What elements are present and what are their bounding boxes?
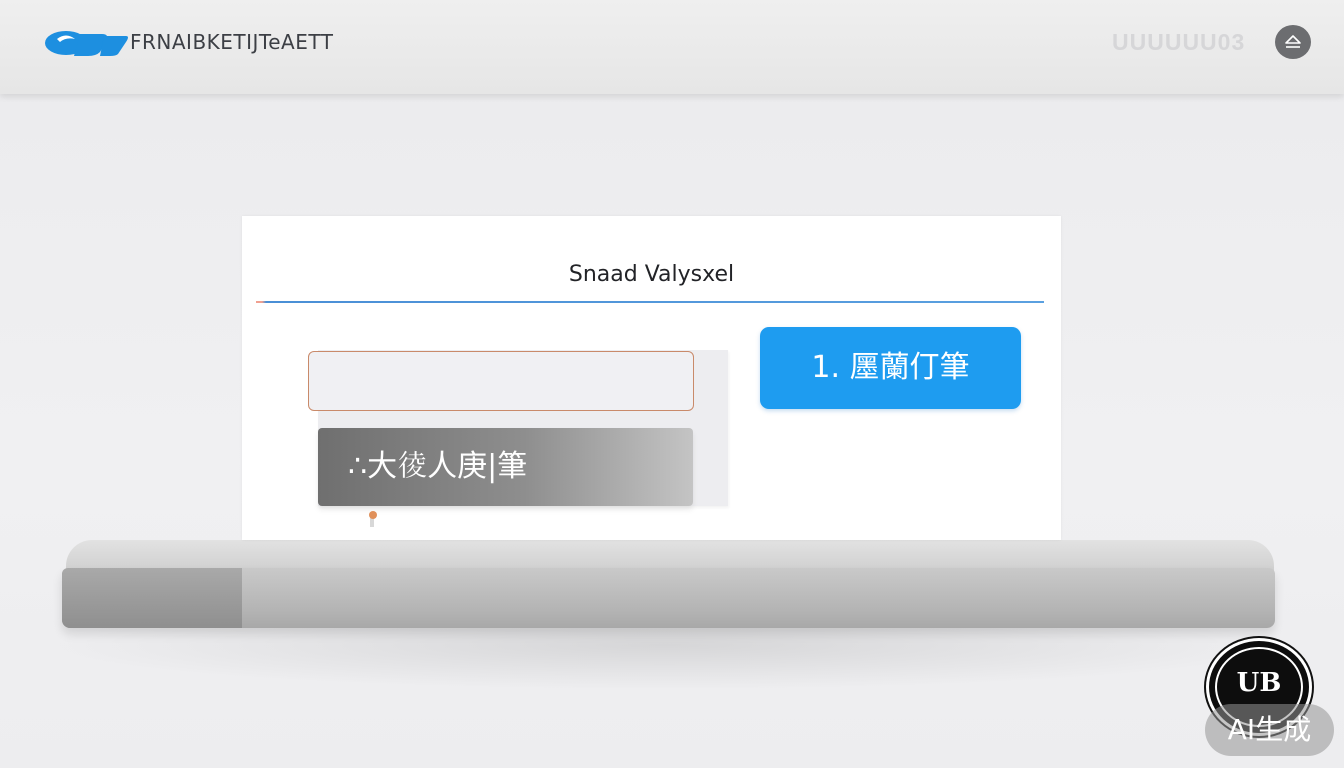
watermark-badge-text: UB (1236, 668, 1282, 698)
top-bar: FRNAIBKETIJTeAETT UUUUUU03 (0, 0, 1344, 94)
cursor-icon (369, 511, 377, 527)
header-badge: UUUUUU03 (1112, 29, 1246, 55)
ai-generated-label: AI生成 (1205, 704, 1334, 756)
brand-name: FRNAIBKETIJTeAETT (130, 30, 334, 54)
shelf-left-shade (62, 568, 242, 628)
app-window: FRNAIBKETIJTeAETT UUUUUU03 Snaad Valysxe… (0, 0, 1344, 768)
primary-button[interactable]: 1. 㕓蘭仃筆 (760, 327, 1021, 409)
eject-button[interactable] (1275, 25, 1311, 59)
dialog-card: Snaad Valysxel ∴大𢔁人庚|筆 1. 㕓蘭仃筆 (242, 216, 1061, 540)
eject-icon (1285, 35, 1301, 48)
title-divider (256, 301, 1044, 303)
shelf (62, 568, 1275, 628)
text-input[interactable] (308, 351, 694, 411)
secondary-button[interactable]: ∴大𢔁人庚|筆 (318, 428, 693, 506)
card-title: Snaad Valysxel (568, 262, 735, 287)
brand-logo-icon (45, 31, 128, 56)
